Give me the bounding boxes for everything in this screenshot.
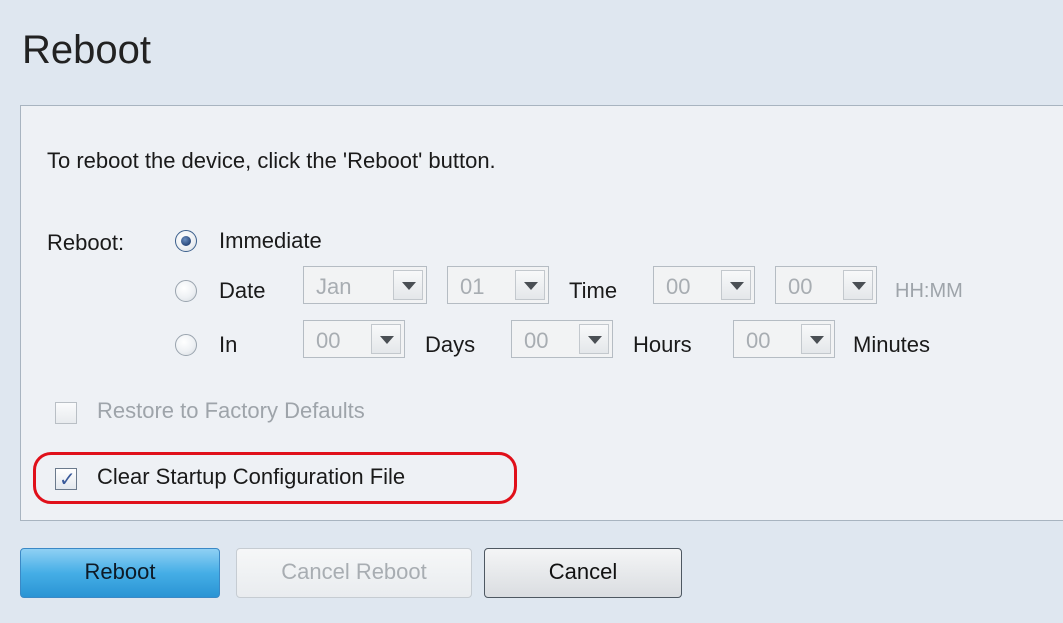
time-minute-select[interactable]: 00 [775,266,877,304]
days-label: Days [425,332,476,357]
page-title: Reboot [22,28,151,72]
cancel-reboot-button[interactable]: Cancel Reboot [236,548,472,598]
reboot-panel: To reboot the device, click the 'Reboot'… [20,105,1063,521]
radio-selected-dot [181,236,191,246]
minutes-label: Minutes [853,332,931,357]
in-label: In [219,332,238,357]
date-day-select[interactable]: 01 [447,266,549,304]
date-month-value: Jan [316,274,352,299]
chevron-down-icon [579,324,609,354]
time-minute-value: 00 [788,274,813,299]
chevron-down-icon [371,324,401,354]
date-day-value: 01 [460,274,485,299]
time-hour-select[interactable]: 00 [653,266,755,304]
date-label: Date [219,278,266,303]
chevron-down-icon [515,270,545,300]
in-minutes-value: 00 [746,328,771,353]
cancel-button[interactable]: Cancel [484,548,682,598]
in-hours-select[interactable]: 00 [511,320,613,358]
radio-date[interactable] [175,280,197,302]
immediate-label: Immediate [219,228,322,253]
in-minutes-select[interactable]: 00 [733,320,835,358]
restore-defaults-checkbox[interactable] [55,402,77,424]
instructions-text: To reboot the device, click the 'Reboot'… [47,148,496,173]
in-days-select[interactable]: 00 [303,320,405,358]
in-hours-value: 00 [524,328,549,353]
reboot-label: Reboot: [47,230,125,255]
radio-immediate[interactable] [175,230,197,252]
reboot-button[interactable]: Reboot [20,548,220,598]
time-format-hint: HH:MM [895,280,963,302]
hours-label: Hours [633,332,692,357]
chevron-down-icon [801,324,831,354]
chevron-down-icon [843,270,873,300]
date-month-select[interactable]: Jan [303,266,427,304]
highlight-annotation [33,452,517,504]
restore-defaults-label: Restore to Factory Defaults [97,398,365,423]
time-hour-value: 00 [666,274,691,299]
radio-in[interactable] [175,334,197,356]
chevron-down-icon [721,270,751,300]
in-days-value: 00 [316,328,341,353]
chevron-down-icon [393,270,423,300]
time-label: Time [569,278,618,303]
